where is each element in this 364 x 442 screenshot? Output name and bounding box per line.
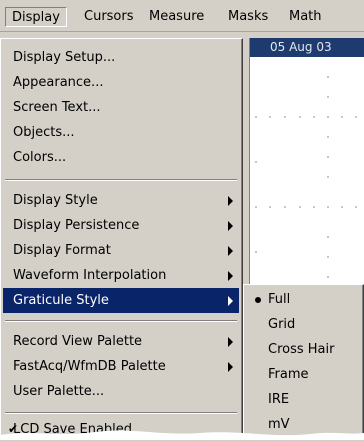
submenu-arrow-icon: [228, 246, 233, 256]
menu-bar: Display Cursors Measure Masks Math: [0, 0, 364, 32]
menu-item-display-format[interactable]: Display Format: [3, 238, 239, 263]
menu-item-label: Display Style: [13, 193, 98, 208]
submenu-item-ire[interactable]: IRE: [246, 387, 363, 412]
submenu-item-label: Frame: [268, 367, 309, 382]
submenu-arrow-icon: [228, 221, 233, 231]
menu-item-label: Waveform Interpolation: [13, 268, 167, 283]
submenu-item-label: IRE: [268, 392, 290, 407]
menu-item-label: Display Persistence: [13, 218, 140, 233]
submenu-item-label: Full: [268, 292, 291, 307]
torn-edge-decoration: [0, 430, 364, 440]
menu-item-label: Graticule Style: [13, 293, 109, 308]
display-menu: Display Setup... Appearance... Screen Te…: [0, 38, 243, 440]
menu-item-fastacq-wfmdb-palette[interactable]: FastAcq/WfmDB Palette: [3, 354, 239, 379]
graticule-style-submenu: Full Grid Cross Hair Frame IRE mV: [243, 284, 364, 440]
menu-item-label: Display Setup...: [13, 50, 116, 65]
menu-item-display-style[interactable]: Display Style: [3, 188, 239, 213]
menu-item-label: Colors...: [13, 150, 67, 165]
menu-item-objects[interactable]: Objects...: [3, 120, 239, 145]
menu-measure[interactable]: Measure: [143, 7, 210, 27]
menu-item-label: Display Format: [13, 243, 111, 258]
radio-bullet-icon: [255, 297, 261, 303]
menu-item-record-view-palette[interactable]: Record View Palette: [3, 329, 239, 354]
menu-item-display-setup[interactable]: Display Setup...: [3, 45, 239, 70]
scope-date-header: 05 Aug 03: [250, 38, 364, 57]
menu-display[interactable]: Display: [5, 7, 67, 27]
submenu-item-grid[interactable]: Grid: [246, 312, 363, 337]
menu-separator: [5, 179, 237, 181]
menu-item-label: Record View Palette: [13, 334, 143, 349]
menu-item-graticule-style[interactable]: Graticule Style: [3, 288, 239, 313]
menu-item-screen-text[interactable]: Screen Text...: [3, 95, 239, 120]
menu-separator: [5, 412, 237, 414]
menu-item-appearance[interactable]: Appearance...: [3, 70, 239, 95]
submenu-arrow-icon: [228, 271, 233, 281]
menu-item-label: FastAcq/WfmDB Palette: [13, 359, 166, 374]
menu-item-label: Screen Text...: [13, 100, 101, 115]
menu-item-label: Objects...: [13, 125, 75, 140]
menu-masks[interactable]: Masks: [222, 7, 274, 27]
submenu-arrow-icon: [228, 337, 233, 347]
menu-cursors[interactable]: Cursors: [78, 7, 140, 27]
submenu-arrow-icon: [228, 196, 233, 206]
menu-item-waveform-interpolation[interactable]: Waveform Interpolation: [3, 263, 239, 288]
menu-item-user-palette[interactable]: User Palette...: [3, 379, 239, 404]
menu-item-colors[interactable]: Colors...: [3, 145, 239, 170]
submenu-arrow-icon: [228, 362, 233, 372]
submenu-arrow-icon: [228, 296, 233, 306]
menu-item-display-persistence[interactable]: Display Persistence: [3, 213, 239, 238]
submenu-item-label: Grid: [268, 317, 296, 332]
submenu-item-label: Cross Hair: [268, 342, 335, 357]
submenu-item-full[interactable]: Full: [246, 287, 363, 312]
submenu-item-cross-hair[interactable]: Cross Hair: [246, 337, 363, 362]
menu-item-label: User Palette...: [13, 384, 105, 399]
menu-item-label: Appearance...: [13, 75, 104, 90]
menu-separator: [5, 320, 237, 322]
submenu-item-frame[interactable]: Frame: [246, 362, 363, 387]
menu-math[interactable]: Math: [283, 7, 328, 27]
